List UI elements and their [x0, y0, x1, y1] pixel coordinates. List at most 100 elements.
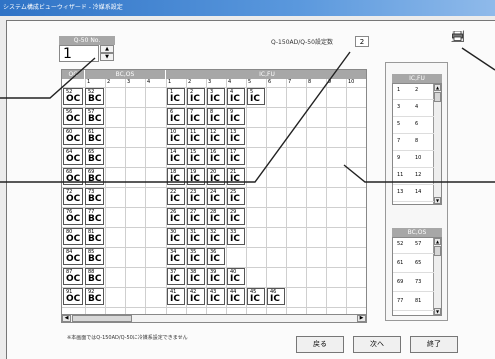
oc-unit-cell[interactable]: 56 OC — [63, 108, 83, 125]
q150-value-field: 2 — [355, 36, 369, 47]
ic-unit-cell[interactable]: 19 IC — [187, 168, 205, 185]
ic-unit-cell[interactable]: 33 IC — [227, 228, 245, 245]
ic-unit-cell[interactable]: 11 IC — [187, 128, 205, 145]
ic-unit-cell[interactable]: 25 IC — [227, 188, 245, 205]
ic-unit-cell[interactable]: 28 IC — [207, 208, 225, 225]
bc-unit-cell[interactable]: 65 BC — [85, 148, 104, 165]
ic-unit-cell[interactable]: 39 IC — [207, 268, 225, 285]
ic-label: IC — [210, 194, 220, 204]
ic-unit-cell[interactable]: 16 IC — [207, 148, 225, 165]
scroll-left-icon[interactable]: ◀ — [62, 315, 71, 322]
ic-unit-cell[interactable]: 2 IC — [187, 88, 205, 105]
ic-unit-cell[interactable]: 46 IC — [267, 288, 285, 305]
ic-unit-cell[interactable]: 31 IC — [187, 228, 205, 245]
finish-button[interactable]: 終了 — [410, 336, 458, 353]
q50-number-field[interactable]: 1 — [59, 45, 99, 62]
bcos-item-b: 65 — [415, 260, 422, 266]
scroll-down-icon[interactable]: ▼ — [434, 308, 441, 315]
ic-unit-cell[interactable]: 36 IC — [207, 248, 225, 265]
icfu-item-b: 2 — [415, 87, 419, 93]
ic-unit-cell[interactable]: 34 IC — [167, 248, 185, 265]
ic-unit-cell[interactable]: 38 IC — [187, 268, 205, 285]
scroll-up-icon[interactable]: ▲ — [434, 238, 441, 245]
ic-unit-cell[interactable]: 42 IC — [187, 288, 205, 305]
print-button[interactable] — [451, 30, 464, 42]
icfu-item-b: 10 — [415, 155, 422, 161]
ic-unit-cell[interactable]: 30 IC — [167, 228, 185, 245]
ic-unit-cell[interactable]: 44 IC — [227, 288, 245, 305]
bc-unit-cell[interactable]: 73 BC — [85, 188, 104, 205]
oc-unit-cell[interactable]: 87 OC — [63, 268, 83, 285]
bcos-list-scrollbar[interactable]: ▲ ▼ — [433, 238, 441, 315]
scroll-thumb[interactable] — [72, 315, 132, 322]
oc-unit-cell[interactable]: 64 OC — [63, 148, 83, 165]
ic-unit-cell[interactable]: 12 IC — [207, 128, 225, 145]
bc-unit-cell[interactable]: 85 BC — [85, 248, 104, 265]
bc-unit-cell[interactable]: 61 BC — [85, 128, 104, 145]
bc-unit-cell[interactable]: 52 BC — [85, 88, 104, 105]
ic-unit-cell[interactable]: 26 IC — [167, 208, 185, 225]
oc-label: OC — [66, 154, 81, 164]
bc-label: BC — [88, 294, 102, 304]
scroll-thumb[interactable] — [434, 246, 441, 256]
oc-unit-cell[interactable]: 68 OC — [63, 168, 83, 185]
spin-down-icon[interactable]: ▼ — [100, 53, 114, 61]
ic-unit-cell[interactable]: 4 IC — [227, 88, 245, 105]
ic-unit-cell[interactable]: 5 IC — [247, 88, 265, 105]
ic-unit-cell[interactable]: 37 IC — [167, 268, 185, 285]
ic-unit-cell[interactable]: 23 IC — [187, 188, 205, 205]
ic-unit-cell[interactable]: 35 IC — [187, 248, 205, 265]
q50-spinner[interactable]: ▲ ▼ — [100, 45, 114, 62]
bc-unit-cell[interactable]: 57 BC — [85, 108, 104, 125]
ic-unit-cell[interactable]: 29 IC — [227, 208, 245, 225]
ic-unit-cell[interactable]: 8 IC — [207, 108, 225, 125]
ic-label: IC — [230, 154, 240, 164]
oc-unit-cell[interactable]: 91 OC — [63, 288, 83, 305]
oc-unit-cell[interactable]: 52 OC — [63, 88, 83, 105]
ic-unit-cell[interactable]: 14 IC — [167, 148, 185, 165]
column-number: 5 — [248, 79, 252, 85]
ic-unit-cell[interactable]: 6 IC — [167, 108, 185, 125]
ic-unit-cell[interactable]: 40 IC — [227, 268, 245, 285]
ic-unit-cell[interactable]: 7 IC — [187, 108, 205, 125]
ic-unit-cell[interactable]: 32 IC — [207, 228, 225, 245]
ic-unit-cell[interactable]: 10 IC — [167, 128, 185, 145]
icfu-list[interactable]: ▲ ▼ 1 2 3 4 5 6 7 8 9 10 11 12 13 14 — [392, 83, 442, 205]
bc-unit-cell[interactable]: 88 BC — [85, 268, 104, 285]
ic-unit-cell[interactable]: 20 IC — [207, 168, 225, 185]
next-button[interactable]: 次へ — [353, 336, 401, 353]
ic-unit-cell[interactable]: 41 IC — [167, 288, 185, 305]
ic-unit-cell[interactable]: 18 IC — [167, 168, 185, 185]
ic-unit-cell[interactable]: 21 IC — [227, 168, 245, 185]
scroll-down-icon[interactable]: ▼ — [434, 197, 441, 204]
ic-unit-cell[interactable]: 45 IC — [247, 288, 265, 305]
icfu-list-scrollbar[interactable]: ▲ ▼ — [433, 84, 441, 204]
scroll-up-icon[interactable]: ▲ — [434, 84, 441, 91]
ic-unit-cell[interactable]: 15 IC — [187, 148, 205, 165]
bc-unit-cell[interactable]: 92 BC — [85, 288, 104, 305]
ic-unit-cell[interactable]: 27 IC — [187, 208, 205, 225]
ic-unit-cell[interactable]: 9 IC — [227, 108, 245, 125]
bc-unit-cell[interactable]: 81 BC — [85, 228, 104, 245]
back-button[interactable]: 戻る — [296, 336, 344, 353]
ic-unit-cell[interactable]: 13 IC — [227, 128, 245, 145]
grid-horizontal-scrollbar[interactable]: ◀ ▶ — [61, 314, 367, 323]
bc-unit-cell[interactable]: 69 BC — [85, 168, 104, 185]
ic-unit-cell[interactable]: 24 IC — [207, 188, 225, 205]
oc-unit-cell[interactable]: 72 OC — [63, 188, 83, 205]
ic-unit-cell[interactable]: 43 IC — [207, 288, 225, 305]
ic-unit-cell[interactable]: 1 IC — [167, 88, 185, 105]
bc-unit-cell[interactable]: 77 BC — [85, 208, 104, 225]
scroll-thumb[interactable] — [434, 92, 441, 102]
oc-unit-cell[interactable]: 84 OC — [63, 248, 83, 265]
oc-unit-cell[interactable]: 76 OC — [63, 208, 83, 225]
oc-unit-cell[interactable]: 80 OC — [63, 228, 83, 245]
oc-unit-cell[interactable]: 60 OC — [63, 128, 83, 145]
spin-up-icon[interactable]: ▲ — [100, 45, 114, 53]
scroll-right-icon[interactable]: ▶ — [357, 315, 366, 322]
ic-unit-cell[interactable]: 3 IC — [207, 88, 225, 105]
ic-unit-cell[interactable]: 17 IC — [227, 148, 245, 165]
oc-label: OC — [66, 254, 81, 264]
ic-unit-cell[interactable]: 22 IC — [167, 188, 185, 205]
bcos-list[interactable]: ▲ ▼ 52 57 61 65 69 73 77 81 — [392, 237, 442, 316]
